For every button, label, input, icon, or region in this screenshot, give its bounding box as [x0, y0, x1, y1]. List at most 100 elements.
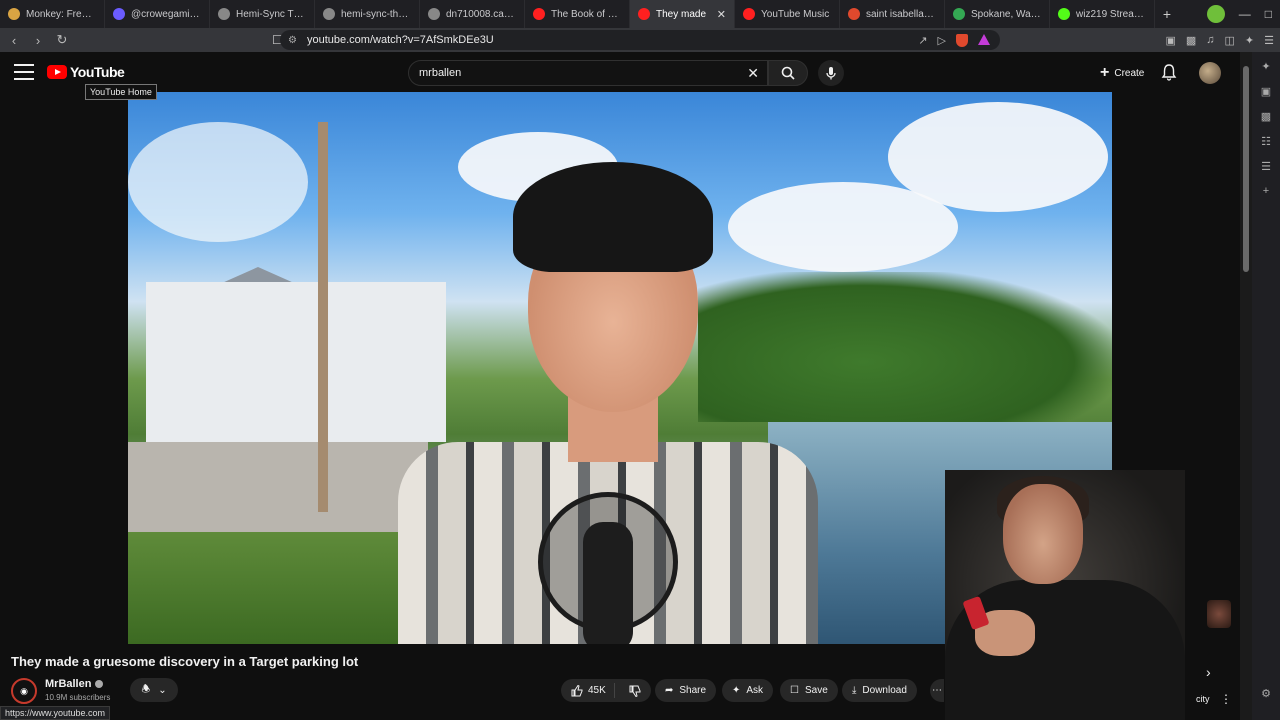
url-field[interactable]: ⚙ youtube.com/watch?v=7AfSmkDEe3U ↗ ▷ [280, 30, 1000, 50]
streamer-webcam [945, 470, 1185, 720]
download-icon: ⤓ [852, 685, 857, 696]
side-settings-icon[interactable]: ⚙ [1261, 687, 1271, 700]
scrollbar-thumb[interactable] [1243, 66, 1249, 272]
minimize-icon[interactable]: — [1239, 7, 1251, 21]
chevron-down-icon: ⌄ [158, 684, 167, 696]
close-tab-icon[interactable]: ✕ [717, 8, 726, 21]
browser-tab[interactable]: wiz219 Stream - V [1050, 0, 1155, 28]
window-controls: — □ [1206, 0, 1280, 28]
youtube-logo-text: YouTube [70, 64, 125, 80]
kebab-menu-icon[interactable]: ⋮ [1220, 692, 1232, 706]
side-reading-list-icon[interactable]: ☰ [1261, 160, 1271, 173]
tab-title: saint isabella - Br [866, 8, 936, 20]
browser-tab[interactable]: Monkey: Free Live [0, 0, 105, 28]
subscribed-notifications-button[interactable]: 🕭 ⌄ [130, 678, 178, 702]
youtube-header: YouTube YouTube Home mrballen ✕ + Create [0, 52, 1240, 100]
link-status-bar: https://www.youtube.com [0, 706, 111, 720]
related-chip[interactable]: city [1196, 694, 1210, 704]
more-actions-button[interactable]: ⋯ [930, 679, 944, 702]
brave-rewards-icon[interactable] [978, 33, 990, 45]
tab-title: hemi-sync-the-ga [341, 8, 411, 20]
menu-icon[interactable]: ☰ [1264, 34, 1274, 47]
site-info-icon[interactable]: ⚙ [288, 35, 297, 46]
share-button[interactable]: ➦ Share [655, 679, 717, 702]
voice-search-button[interactable] [818, 60, 844, 86]
wallet-icon[interactable]: ▩ [1186, 34, 1196, 47]
microphone-icon [826, 67, 836, 80]
plus-icon: + [1100, 64, 1110, 81]
like-dislike-group: 45K [561, 679, 651, 702]
browser-tab[interactable]: YouTube Music [735, 0, 840, 28]
browser-tab-strip: Monkey: Free Live @crowegamingg Hemi-Sync … [0, 0, 1280, 28]
side-leo-icon[interactable]: ✦ [1261, 60, 1270, 73]
page-scrollbar[interactable] [1240, 52, 1252, 720]
browser-tab[interactable]: The Book of Enoc [525, 0, 630, 28]
side-add-icon[interactable]: + [1263, 185, 1269, 197]
search-input[interactable]: mrballen ✕ [408, 60, 768, 86]
download-label: Download [862, 685, 907, 696]
dislike-button[interactable] [621, 685, 649, 697]
save-button[interactable]: ☐ Save [780, 679, 838, 702]
back-icon[interactable]: ‹ [4, 33, 24, 48]
tab-title: Hemi-Sync The Ga [236, 8, 306, 20]
browser-tab[interactable]: saint isabella - Br [840, 0, 945, 28]
tab-title: wiz219 Stream - V [1076, 8, 1146, 20]
sidebar-toggle-icon[interactable]: ◫ [1225, 34, 1235, 47]
youtube-logo[interactable]: YouTube [47, 64, 125, 80]
tab-title: @crowegamingg [131, 8, 201, 20]
chevron-right-icon[interactable]: › [1206, 664, 1211, 680]
profile-icon[interactable]: □ [1265, 7, 1272, 21]
channel-name-text: MrBallen [45, 678, 92, 690]
ask-button[interactable]: ✦ Ask [722, 679, 774, 702]
share-label: Share [679, 685, 707, 696]
side-wallet-icon[interactable]: ▩ [1261, 110, 1271, 123]
reload-icon[interactable]: ↻ [52, 32, 72, 48]
open-external-icon[interactable]: ↗ [918, 34, 927, 47]
presenter [378, 162, 838, 644]
side-tabs-icon[interactable]: ▣ [1261, 85, 1271, 98]
tab-favicon-icon [848, 8, 860, 20]
bookmark-save-icon: ☐ [790, 685, 799, 696]
media-icon[interactable]: ♫ [1206, 34, 1214, 47]
browser-tab[interactable]: dn710008.ca.arch [420, 0, 525, 28]
tab-favicon-icon [638, 8, 650, 20]
tab-title: Spokane, Washin [971, 8, 1041, 20]
download-button[interactable]: ⤓ Download [842, 679, 917, 702]
browser-tab[interactable]: @crowegamingg [105, 0, 210, 28]
account-avatar[interactable] [1199, 62, 1221, 84]
verified-icon [95, 680, 104, 688]
brave-shield-icon[interactable] [956, 33, 968, 47]
like-count: 45K [588, 685, 606, 696]
create-button[interactable]: + Create [1090, 60, 1154, 86]
address-bar-row: ‹ › ↻ ☐ ⚙ youtube.com/watch?v=7AfSmkDEe3… [0, 28, 1280, 52]
new-tab-button[interactable]: + [1155, 6, 1179, 22]
extensions-icon[interactable]: ▣ [1165, 34, 1175, 47]
tab-title: dn710008.ca.arch [446, 8, 516, 20]
forward-icon[interactable]: › [28, 33, 48, 48]
cast-icon[interactable]: ▷ [938, 34, 946, 47]
webcam-face [1003, 484, 1083, 584]
search-button[interactable] [768, 60, 808, 86]
browser-tab[interactable]: hemi-sync-the-ga [315, 0, 420, 28]
hamburger-menu-icon[interactable] [14, 64, 34, 80]
channel-name[interactable]: MrBallen [45, 678, 104, 690]
studio-microphone [583, 522, 633, 644]
url-text: youtube.com/watch?v=7AfSmkDEe3U [306, 34, 494, 46]
search-query: mrballen [419, 67, 462, 79]
create-label: Create [1114, 67, 1145, 79]
channel-avatar[interactable]: ◉ [11, 678, 37, 704]
browser-tab[interactable]: They made ✕ [630, 0, 735, 28]
backwards-cap [513, 162, 713, 272]
cloud [128, 122, 308, 242]
tab-favicon-icon [323, 8, 335, 20]
like-button[interactable]: 45K [561, 683, 615, 698]
browser-tab[interactable]: Hemi-Sync The Ga [210, 0, 315, 28]
leo-extension-icon[interactable] [1206, 5, 1225, 23]
share-icon: ➦ [665, 685, 674, 696]
side-bookmarks-icon[interactable]: ☷ [1261, 135, 1271, 148]
search-icon [781, 66, 795, 80]
leo-ai-icon[interactable]: ✦ [1245, 34, 1254, 47]
notifications-bell-icon[interactable] [1161, 63, 1177, 81]
clear-search-icon[interactable]: ✕ [747, 65, 759, 82]
browser-tab[interactable]: Spokane, Washin [945, 0, 1050, 28]
